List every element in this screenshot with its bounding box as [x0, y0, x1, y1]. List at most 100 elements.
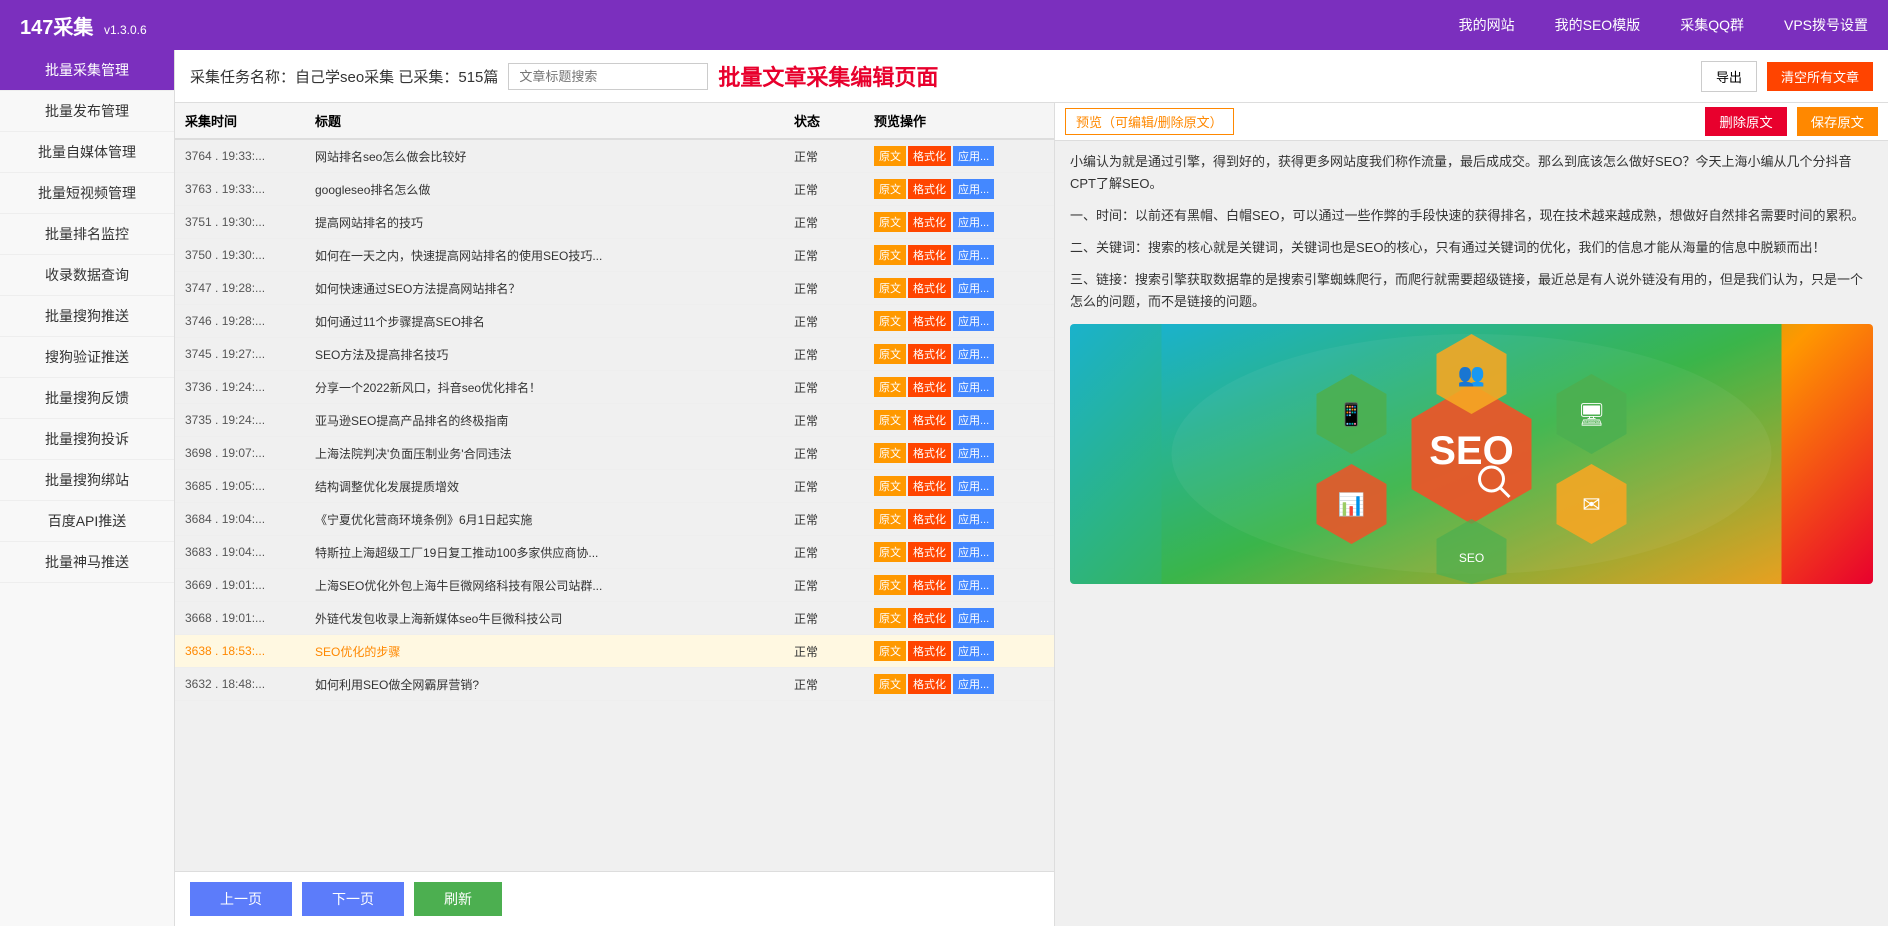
sidebar-item-media[interactable]: 批量自媒体管理: [0, 132, 174, 173]
btn-apply-5[interactable]: 应用...: [953, 311, 994, 331]
preview-paragraph: 小编认为就是通过引擎，得到好的，获得更多网站度我们称作流量，最后成成交。那么到底…: [1070, 151, 1873, 195]
btn-orig-4[interactable]: 原文: [874, 278, 906, 298]
btn-format-7[interactable]: 格式化: [908, 377, 951, 397]
export-button[interactable]: 导出: [1701, 61, 1757, 92]
btn-apply-11[interactable]: 应用...: [953, 509, 994, 529]
clear-all-button[interactable]: 清空所有文章: [1767, 62, 1873, 91]
table-row[interactable]: 3698 . 19:07:... 上海法院判决'负面压制业务'合同违法 正常 原…: [175, 437, 1054, 470]
btn-orig-9[interactable]: 原文: [874, 443, 906, 463]
table-row[interactable]: 3669 . 19:01:... 上海SEO优化外包上海牛巨微网络科技有限公司站…: [175, 569, 1054, 602]
btn-format-3[interactable]: 格式化: [908, 245, 951, 265]
table-row[interactable]: 3638 . 18:53:... SEO优化的步骤 正常 原文 格式化 应用..…: [175, 635, 1054, 668]
btn-format-15[interactable]: 格式化: [908, 641, 951, 661]
btn-apply-9[interactable]: 应用...: [953, 443, 994, 463]
btn-apply-4[interactable]: 应用...: [953, 278, 994, 298]
btn-orig-8[interactable]: 原文: [874, 410, 906, 430]
btn-orig-2[interactable]: 原文: [874, 212, 906, 232]
btn-format-2[interactable]: 格式化: [908, 212, 951, 232]
btn-orig-15[interactable]: 原文: [874, 641, 906, 661]
btn-format-11[interactable]: 格式化: [908, 509, 951, 529]
table-row[interactable]: 3751 . 19:30:... 提高网站排名的技巧 正常 原文 格式化 应用.…: [175, 206, 1054, 239]
btn-apply-10[interactable]: 应用...: [953, 476, 994, 496]
sidebar-item-rank[interactable]: 批量排名监控: [0, 214, 174, 255]
cell-actions: 原文 格式化 应用...: [874, 575, 1044, 595]
btn-format-4[interactable]: 格式化: [908, 278, 951, 298]
sidebar-item-shenma[interactable]: 批量神马推送: [0, 542, 174, 583]
prev-page-button[interactable]: 上一页: [190, 882, 292, 916]
nav-seo-template[interactable]: 我的SEO模版: [1555, 15, 1641, 35]
btn-orig-6[interactable]: 原文: [874, 344, 906, 364]
btn-apply-12[interactable]: 应用...: [953, 542, 994, 562]
table-row[interactable]: 3735 . 19:24:... 亚马逊SEO提高产品排名的终极指南 正常 原文…: [175, 404, 1054, 437]
table-row[interactable]: 3685 . 19:05:... 结构调整优化发展提质增效 正常 原文 格式化 …: [175, 470, 1054, 503]
sidebar-item-collect[interactable]: 批量采集管理: [0, 50, 174, 91]
btn-orig-12[interactable]: 原文: [874, 542, 906, 562]
sidebar-item-record[interactable]: 收录数据查询: [0, 255, 174, 296]
sidebar-item-sogou-feedback[interactable]: 批量搜狗反馈: [0, 378, 174, 419]
btn-apply-6[interactable]: 应用...: [953, 344, 994, 364]
btn-orig-11[interactable]: 原文: [874, 509, 906, 529]
table-row[interactable]: 3746 . 19:28:... 如何通过11个步骤提高SEO排名 正常 原文 …: [175, 305, 1054, 338]
sidebar-item-sogou-complaint[interactable]: 批量搜狗投诉: [0, 419, 174, 460]
btn-format-10[interactable]: 格式化: [908, 476, 951, 496]
btn-format-13[interactable]: 格式化: [908, 575, 951, 595]
btn-apply-8[interactable]: 应用...: [953, 410, 994, 430]
sidebar-item-sogou-verify[interactable]: 搜狗验证推送: [0, 337, 174, 378]
table-row[interactable]: 3668 . 19:01:... 外链代发包收录上海新媒体seo牛巨微科技公司 …: [175, 602, 1054, 635]
btn-apply-3[interactable]: 应用...: [953, 245, 994, 265]
btn-orig-13[interactable]: 原文: [874, 575, 906, 595]
btn-orig-14[interactable]: 原文: [874, 608, 906, 628]
btn-apply-2[interactable]: 应用...: [953, 212, 994, 232]
btn-orig-3[interactable]: 原文: [874, 245, 906, 265]
cell-time: 3751 . 19:30:...: [185, 215, 315, 229]
table-row[interactable]: 3747 . 19:28:... 如何快速通过SEO方法提高网站排名？ 正常 原…: [175, 272, 1054, 305]
sidebar-item-baidu-api[interactable]: 百度API推送: [0, 501, 174, 542]
sidebar-item-sogou-push[interactable]: 批量搜狗推送: [0, 296, 174, 337]
search-input[interactable]: [508, 63, 708, 90]
nav-my-website[interactable]: 我的网站: [1459, 15, 1515, 35]
btn-orig-0[interactable]: 原文: [874, 146, 906, 166]
btn-orig-5[interactable]: 原文: [874, 311, 906, 331]
cell-time: 3669 . 19:01:...: [185, 578, 315, 592]
btn-format-1[interactable]: 格式化: [908, 179, 951, 199]
btn-apply-0[interactable]: 应用...: [953, 146, 994, 166]
btn-apply-7[interactable]: 应用...: [953, 377, 994, 397]
cell-time: 3745 . 19:27:...: [185, 347, 315, 361]
sidebar-item-video[interactable]: 批量短视频管理: [0, 173, 174, 214]
btn-format-16[interactable]: 格式化: [908, 674, 951, 694]
table-row[interactable]: 3763 . 19:33:... googleseo排名怎么做 正常 原文 格式…: [175, 173, 1054, 206]
table-row[interactable]: 3683 . 19:04:... 特斯拉上海超级工厂19日复工推动100多家供应…: [175, 536, 1054, 569]
table-row[interactable]: 3632 . 18:48:... 如何利用SEO做全网霸屏营销? 正常 原文 格…: [175, 668, 1054, 701]
btn-apply-14[interactable]: 应用...: [953, 608, 994, 628]
col-header-title: 标题: [315, 111, 794, 130]
table-row[interactable]: 3736 . 19:24:... 分享一个2022新风口，抖音seo优化排名！ …: [175, 371, 1054, 404]
btn-orig-16[interactable]: 原文: [874, 674, 906, 694]
nav-qq-group[interactable]: 采集QQ群: [1680, 15, 1744, 35]
btn-orig-7[interactable]: 原文: [874, 377, 906, 397]
delete-original-button[interactable]: 删除原文: [1705, 107, 1786, 136]
btn-apply-16[interactable]: 应用...: [953, 674, 994, 694]
btn-orig-1[interactable]: 原文: [874, 179, 906, 199]
btn-format-12[interactable]: 格式化: [908, 542, 951, 562]
table-row[interactable]: 3684 . 19:04:... 《宁夏优化营商环境条例》6月1日起实施 正常 …: [175, 503, 1054, 536]
nav-vps-setting[interactable]: VPS拨号设置: [1784, 15, 1868, 35]
next-page-button[interactable]: 下一页: [302, 882, 404, 916]
sidebar-item-sogou-bind[interactable]: 批量搜狗绑站: [0, 460, 174, 501]
table-row[interactable]: 3764 . 19:33:... 网站排名seo怎么做会比较好 正常 原文 格式…: [175, 140, 1054, 173]
btn-format-14[interactable]: 格式化: [908, 608, 951, 628]
btn-format-5[interactable]: 格式化: [908, 311, 951, 331]
save-original-button[interactable]: 保存原文: [1797, 107, 1878, 136]
refresh-button[interactable]: 刷新: [414, 882, 502, 916]
btn-orig-10[interactable]: 原文: [874, 476, 906, 496]
sidebar-item-publish[interactable]: 批量发布管理: [0, 91, 174, 132]
btn-apply-1[interactable]: 应用...: [953, 179, 994, 199]
btn-apply-15[interactable]: 应用...: [953, 641, 994, 661]
btn-format-9[interactable]: 格式化: [908, 443, 951, 463]
table-row[interactable]: 3750 . 19:30:... 如何在一天之内，快速提高网站排名的使用SEO技…: [175, 239, 1054, 272]
table-row[interactable]: 3745 . 19:27:... SEO方法及提高排名技巧 正常 原文 格式化 …: [175, 338, 1054, 371]
btn-format-8[interactable]: 格式化: [908, 410, 951, 430]
btn-format-6[interactable]: 格式化: [908, 344, 951, 364]
btn-format-0[interactable]: 格式化: [908, 146, 951, 166]
cell-status: 正常: [794, 148, 874, 165]
btn-apply-13[interactable]: 应用...: [953, 575, 994, 595]
